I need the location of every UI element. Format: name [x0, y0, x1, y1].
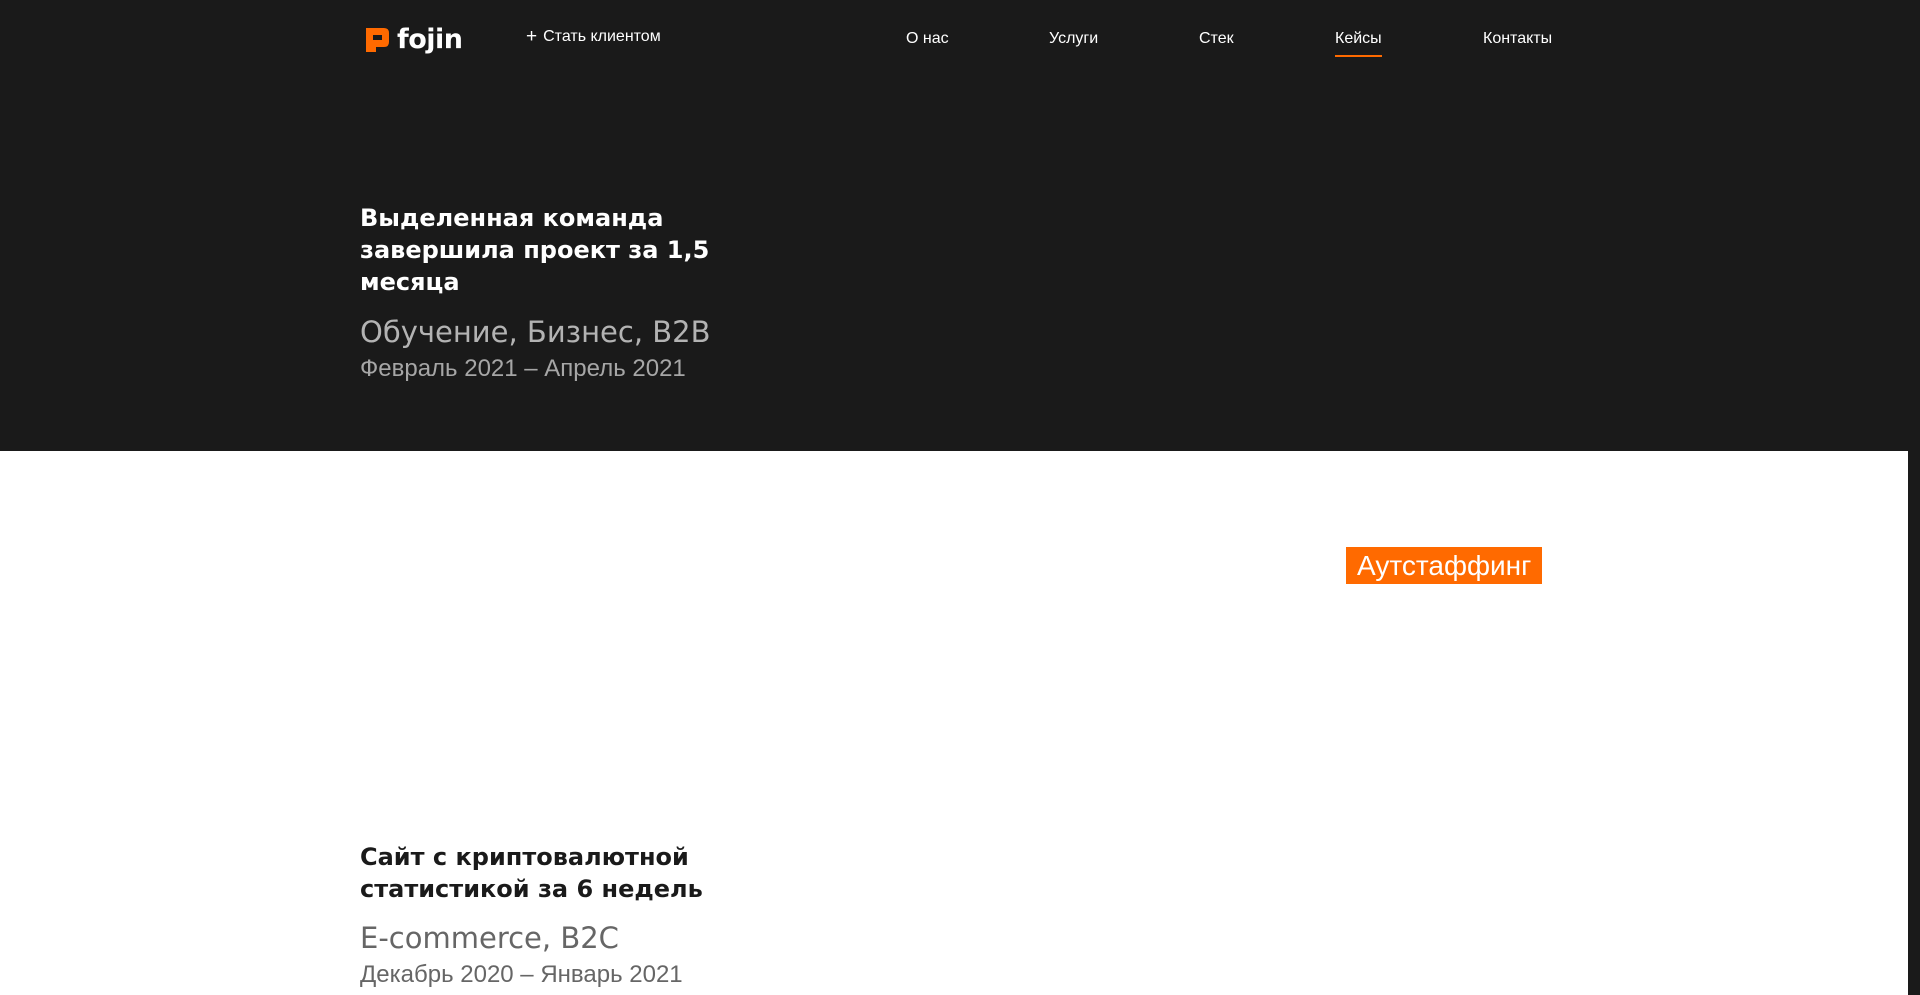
- case-card-crypto-site[interactable]: Аутстаффинг Сайт с криптовалютной статис…: [0, 451, 1908, 995]
- fojin-logo-icon: [366, 27, 389, 52]
- outstaffing-badge: Аутстаффинг: [1346, 547, 1543, 584]
- case-card-dedicated-team[interactable]: Выделенная команда завершила проект за 1…: [0, 80, 1920, 451]
- nav-item-cases[interactable]: Кейсы: [1335, 30, 1382, 57]
- logo-text: fojin: [397, 24, 463, 55]
- nav-item-contacts[interactable]: Контакты: [1483, 30, 1552, 48]
- logo[interactable]: fojin: [362, 24, 463, 55]
- nav-item-about[interactable]: О нас: [906, 30, 949, 48]
- case-dates: Декабрь 2020 – Январь 2021: [360, 961, 683, 988]
- become-client-button[interactable]: + Стать клиентом: [526, 26, 661, 47]
- case-tags: Обучение, Бизнес, B2B: [360, 315, 711, 349]
- case-tags: E-commerce, B2C: [360, 921, 619, 955]
- case-title: Сайт с криптовалютной статистикой за 6 н…: [360, 843, 703, 903]
- case-dates: Февраль 2021 – Апрель 2021: [360, 355, 686, 382]
- nav-item-stack[interactable]: Стек: [1199, 30, 1234, 48]
- become-client-label: Стать клиентом: [543, 28, 661, 45]
- plus-icon: +: [526, 26, 538, 47]
- nav-item-services[interactable]: Услуги: [1049, 30, 1098, 48]
- site-header: fojin + Стать клиентом О нас Услуги Стек…: [0, 0, 1920, 80]
- case-title: Выделенная команда завершила проект за 1…: [360, 204, 710, 296]
